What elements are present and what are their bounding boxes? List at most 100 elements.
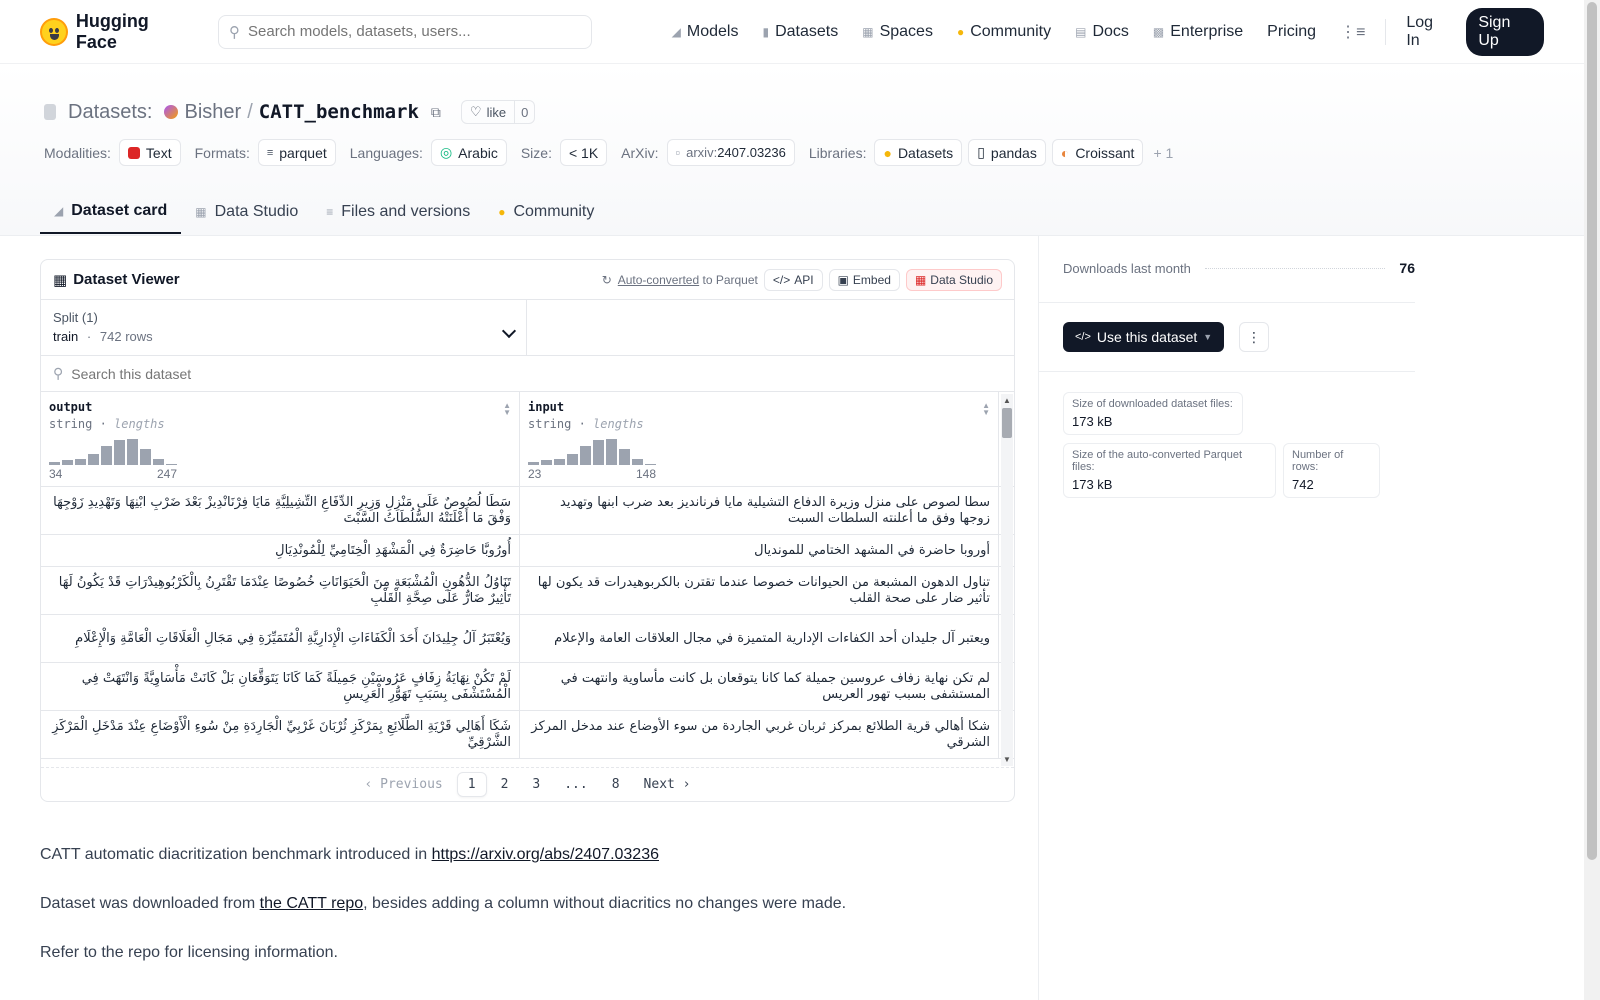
sort-icon[interactable]: ▲ ▼ [503, 402, 511, 417]
page-ellipsis: ... [564, 777, 588, 792]
library-tag-pandas[interactable]: ▯ pandas [968, 139, 1046, 166]
format-tag[interactable]: ≡ parquet [257, 139, 336, 166]
nav-community[interactable]: ● Community [945, 23, 1063, 41]
cell-output[interactable]: سَطَا لُصُوصٌ عَلَى مَنْزِلِ وَزِيرِ الد… [41, 487, 520, 534]
more-options-button[interactable]: ⋮ [1239, 322, 1269, 352]
cell-output[interactable]: لَمْ تَكُنْ نِهَايَةُ زِفَافٍ عَرُوسَيْن… [41, 663, 520, 710]
split-selector[interactable]: Split (1) train · 742 rows [41, 300, 527, 355]
auto-converted-text: Auto-converted [617, 272, 700, 287]
histogram-bar [140, 449, 151, 465]
catt-repo-link[interactable]: the CATT repo [260, 895, 363, 912]
tab-data-studio[interactable]: ▦ Data Studio [181, 190, 312, 234]
nav-docs[interactable]: ▤ Docs [1063, 23, 1141, 41]
library-tag-croissant[interactable]: ◐ Croissant [1051, 139, 1144, 166]
cell-output[interactable]: أُورُوبَّا حَاضِرَةٌ فِي الْمَشْهَدِ الْ… [41, 535, 520, 566]
signup-button[interactable]: Sign Up [1466, 7, 1544, 56]
parquet-size-stat: Size of the auto-converted Parquet files… [1063, 443, 1276, 498]
data-studio-button[interactable]: ▦ Data Studio [905, 268, 1002, 291]
scroll-down-icon[interactable]: ▼ [1003, 755, 1011, 764]
cell-input[interactable]: شكا أهالي قرية الطلائع بمركز ثربان غربي … [520, 711, 999, 758]
login-link[interactable]: Log In [1394, 14, 1460, 50]
nav-spaces[interactable]: ▦ Spaces [850, 23, 945, 41]
histogram-bar [127, 439, 138, 465]
column-header-input[interactable]: input string · lengths ▲ ▼ 23 148 [520, 392, 999, 486]
more-libraries[interactable]: + 1 [1153, 145, 1173, 161]
scroll-up-icon[interactable]: ▲ [1003, 396, 1011, 405]
cell-input[interactable]: تناول الدهون المشبعة من الحيوانات خصوصا … [520, 567, 999, 614]
viewer-title: ▦ Dataset Viewer [53, 271, 180, 289]
tag-label: Croissant [1075, 144, 1135, 161]
cube-icon: ◢ [671, 24, 681, 39]
page-button-1[interactable]: 1 [456, 772, 487, 797]
column-header-output[interactable]: output string · lengths ▲ ▼ 34 247 [41, 392, 520, 486]
global-search-input[interactable] [248, 23, 568, 40]
cell-input[interactable]: أوروبا حاضرة في المشهد الختامي للمونديال [520, 535, 999, 566]
nav-datasets[interactable]: ▮ Datasets [750, 23, 850, 41]
tab-label: Dataset card [71, 202, 168, 219]
tab-dataset-card[interactable]: ◢ Dataset card [40, 190, 182, 234]
right-sidebar: Downloads last month 76 </> Use this dat… [1038, 236, 1584, 1000]
use-this-dataset-button[interactable]: </> Use this dataset ▼ [1063, 322, 1225, 352]
paper-icon: ▫ [675, 145, 681, 160]
cell-input[interactable]: ويعتبر آل جليدان أحد الكفاءات الإدارية ا… [520, 615, 999, 662]
tag-label: parquet [279, 144, 327, 161]
stat-text: lengths [593, 417, 644, 431]
size-label: Size: [520, 144, 552, 161]
brand[interactable]: Hugging Face [40, 11, 194, 53]
viewer-tools: ↻ Auto-converted to Parquet </> API ▣ Embe… [602, 268, 1002, 291]
croissant-icon: ◐ [1060, 144, 1070, 161]
cell-output[interactable]: وَيُعْتَبَرُ آلُ جِلِيدَانَ أَحَدَ الْكَ… [41, 615, 520, 662]
size-tag[interactable]: < 1K [559, 139, 608, 166]
owner-link[interactable]: Bisher [184, 101, 241, 124]
building-icon: ▩ [1152, 24, 1165, 39]
table-icon: ▦ [53, 271, 68, 289]
dataset-search-input[interactable] [71, 365, 672, 382]
arxiv-link[interactable]: https://arxiv.org/abs/2407.03236 [432, 846, 659, 863]
arxiv-tag[interactable]: ▫ arxiv: 2407.03236 [666, 139, 795, 166]
copy-icon[interactable]: ⧉ [431, 104, 441, 121]
nav-enterprise[interactable]: ▩ Enterprise [1141, 23, 1255, 41]
tab-files[interactable]: ≡ Files and versions [312, 190, 484, 234]
grid-scrollbar[interactable]: ▲ ▼ [1001, 394, 1013, 766]
table-rows: سَطَا لُصُوصٌ عَلَى مَنْزِلِ وَزِيرِ الد… [41, 487, 1014, 759]
next-page-button[interactable]: Next › [634, 773, 701, 796]
page-scroll-thumb[interactable] [1587, 2, 1597, 860]
nav-label: Enterprise [1170, 22, 1244, 40]
histogram-bar [541, 460, 552, 465]
nav-label: Spaces [879, 22, 933, 40]
global-search[interactable]: ⚲ [218, 14, 592, 49]
sort-icon[interactable]: ▲ ▼ [982, 402, 990, 417]
modality-tag[interactable]: Text [118, 139, 181, 166]
cell-input[interactable]: لم تكن نهاية زفاف عروسين جميلة كما كانا … [520, 663, 999, 710]
page-button-8[interactable]: 8 [602, 773, 630, 796]
histogram-bar [567, 454, 578, 465]
previous-page-button[interactable]: ‹ Previous [354, 773, 452, 796]
api-button[interactable]: </> API [763, 268, 823, 291]
top-navbar: Hugging Face ⚲ ◢ Models ▮ Datasets ▦ Spaces… [0, 0, 1584, 64]
like-button[interactable]: ♡ like 0 [460, 100, 536, 124]
language-tag[interactable]: ◎ Arabic [430, 139, 507, 166]
menu-icon[interactable]: ⋮≡ [1328, 22, 1377, 42]
library-tag-datasets[interactable]: ● Datasets [874, 139, 963, 166]
page-scrollbar[interactable] [1584, 0, 1600, 1000]
nav-label: Community [970, 22, 1052, 40]
cell-input[interactable]: سطا لصوص على منزل وزيرة الدفاع التشيلية … [520, 487, 999, 534]
column-name: input [528, 400, 565, 414]
auto-converted-link[interactable]: Auto-converted to Parquet [618, 273, 758, 287]
nav-models[interactable]: ◢ Models [660, 23, 751, 41]
cell-output[interactable]: تَنَاوُلُ الدُّهُونِ الْمُشْبَعَةِ مِنَ … [41, 567, 520, 614]
pandas-icon: ▯ [977, 144, 985, 160]
formats-label: Formats: [194, 144, 250, 161]
dataset-search[interactable]: ⚲ [41, 356, 1014, 392]
scroll-thumb[interactable] [1002, 408, 1012, 438]
dataset-name[interactable]: CATT_benchmark [259, 101, 419, 123]
section-link[interactable]: Datasets: [68, 101, 152, 124]
cell-output[interactable]: شَكَا أَهَالِي قَرْيَةِ الطَّلَائِعِ بِم… [41, 711, 520, 758]
page-button-3[interactable]: 3 [522, 773, 550, 796]
embed-button[interactable]: ▣ Embed [828, 268, 900, 291]
page-button-2[interactable]: 2 [491, 773, 519, 796]
table-row: أُورُوبَّا حَاضِرَةٌ فِي الْمَشْهَدِ الْ… [41, 535, 1014, 567]
tab-community[interactable]: ● Community [484, 190, 608, 234]
nav-pricing[interactable]: Pricing [1255, 23, 1328, 41]
stat-text: lengths [114, 417, 165, 431]
